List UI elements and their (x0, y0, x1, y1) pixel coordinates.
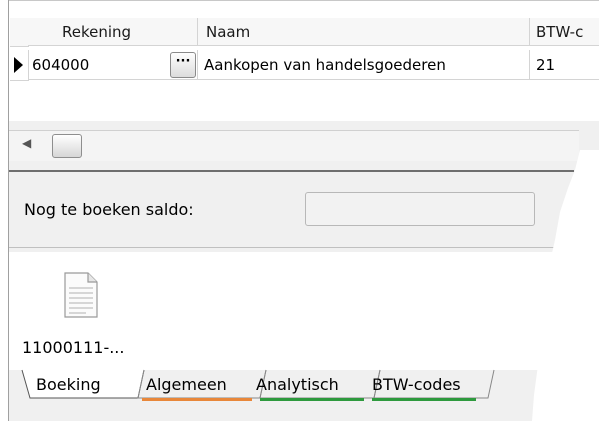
ellipsis-button[interactable]: ··· (170, 52, 196, 78)
torn-edge (532, 150, 599, 421)
scroll-thumb[interactable] (52, 134, 82, 158)
cell-naam[interactable]: Aankopen van handelsgoederen (198, 50, 530, 80)
scroll-left-icon[interactable]: ◀ (22, 136, 31, 150)
column-header-rekening[interactable]: Rekening (28, 18, 198, 46)
saldo-field[interactable] (305, 192, 535, 226)
horizontal-scrollbar[interactable] (9, 130, 579, 161)
current-row-indicator (10, 50, 29, 81)
tab-analytisch-indicator (260, 398, 364, 401)
tab-btw-codes-indicator (372, 398, 476, 401)
tab-analytisch[interactable]: Analytisch (256, 371, 360, 398)
column-header-naam[interactable]: Naam (198, 18, 530, 46)
cell-btw[interactable]: 21 (530, 50, 599, 80)
tab-algemeen[interactable]: Algemeen (146, 371, 250, 398)
row-pointer-icon (14, 57, 23, 73)
attachment-filename[interactable]: 11000111-... (22, 338, 124, 357)
tab-btw-codes[interactable]: BTW-codes (372, 371, 480, 398)
document-icon[interactable] (64, 272, 98, 318)
tab-boeking[interactable]: Boeking (36, 371, 128, 398)
row-header-corner (10, 18, 29, 47)
column-header-btw[interactable]: BTW-c (530, 18, 599, 46)
tab-algemeen-indicator (142, 398, 252, 401)
saldo-label: Nog te boeken saldo: (24, 200, 194, 219)
